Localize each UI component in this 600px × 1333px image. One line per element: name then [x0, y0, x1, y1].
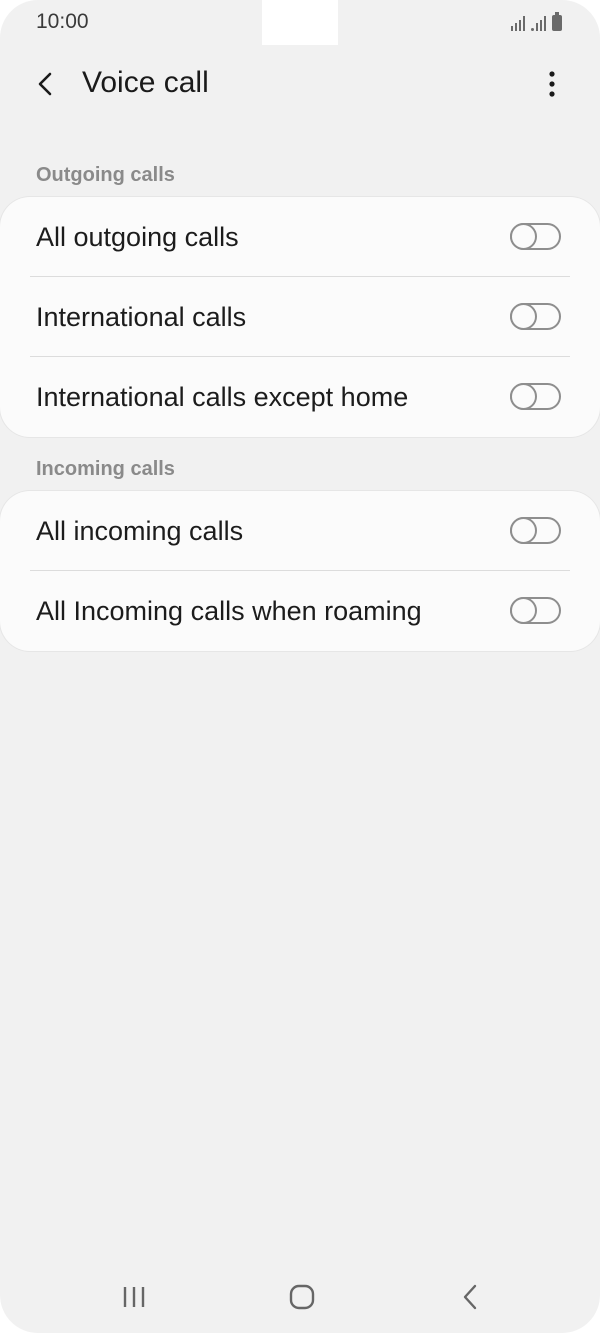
phone-screen: 10:00 Voice call Outgoing calls All outg…: [0, 0, 600, 1333]
nav-back-button[interactable]: [450, 1277, 490, 1317]
setting-row-all-incoming[interactable]: All incoming calls: [0, 491, 600, 571]
outgoing-calls-card: All outgoing calls International calls I…: [0, 197, 600, 437]
more-vert-icon: [549, 71, 555, 97]
incoming-calls-card: All incoming calls All Incoming calls wh…: [0, 491, 600, 651]
status-icons: [511, 11, 562, 31]
status-time: 10:00: [36, 10, 89, 33]
toggle-knob: [510, 597, 537, 624]
recents-button[interactable]: [114, 1277, 154, 1317]
toggle-switch[interactable]: [510, 597, 561, 624]
setting-label: All Incoming calls when roaming: [36, 595, 422, 626]
setting-row-incoming-roaming[interactable]: All Incoming calls when roaming: [0, 571, 600, 651]
setting-label: All outgoing calls: [36, 221, 239, 252]
setting-label: International calls except home: [36, 381, 409, 412]
home-icon: [289, 1284, 315, 1310]
setting-label: All incoming calls: [36, 515, 244, 546]
section-header-outgoing: Outgoing calls: [36, 164, 175, 186]
toggle-knob: [510, 517, 537, 544]
setting-row-all-outgoing[interactable]: All outgoing calls: [0, 197, 600, 277]
navigation-bar: [0, 1263, 600, 1333]
setting-row-international[interactable]: International calls: [0, 277, 600, 357]
battery-icon: [552, 12, 562, 31]
back-button[interactable]: [26, 64, 66, 104]
toggle-switch[interactable]: [510, 303, 561, 330]
app-bar: Voice call: [0, 52, 600, 116]
camera-notch: [262, 0, 338, 45]
recents-icon: [123, 1287, 145, 1307]
toggle-knob: [510, 303, 537, 330]
signal-icon: [531, 15, 546, 31]
page-title: Voice call: [82, 66, 209, 99]
toggle-switch[interactable]: [510, 223, 561, 250]
toggle-switch[interactable]: [510, 383, 561, 410]
back-icon: [463, 1284, 477, 1310]
chevron-left-icon: [38, 72, 52, 96]
toggle-switch[interactable]: [510, 517, 561, 544]
toggle-knob: [510, 223, 537, 250]
signal-icon: [511, 15, 525, 31]
toggle-knob: [510, 383, 537, 410]
home-button[interactable]: [282, 1277, 322, 1317]
more-options-button[interactable]: [532, 64, 572, 104]
setting-row-international-except-home[interactable]: International calls except home: [0, 357, 600, 437]
section-header-incoming: Incoming calls: [36, 458, 175, 480]
setting-label: International calls: [36, 301, 247, 332]
